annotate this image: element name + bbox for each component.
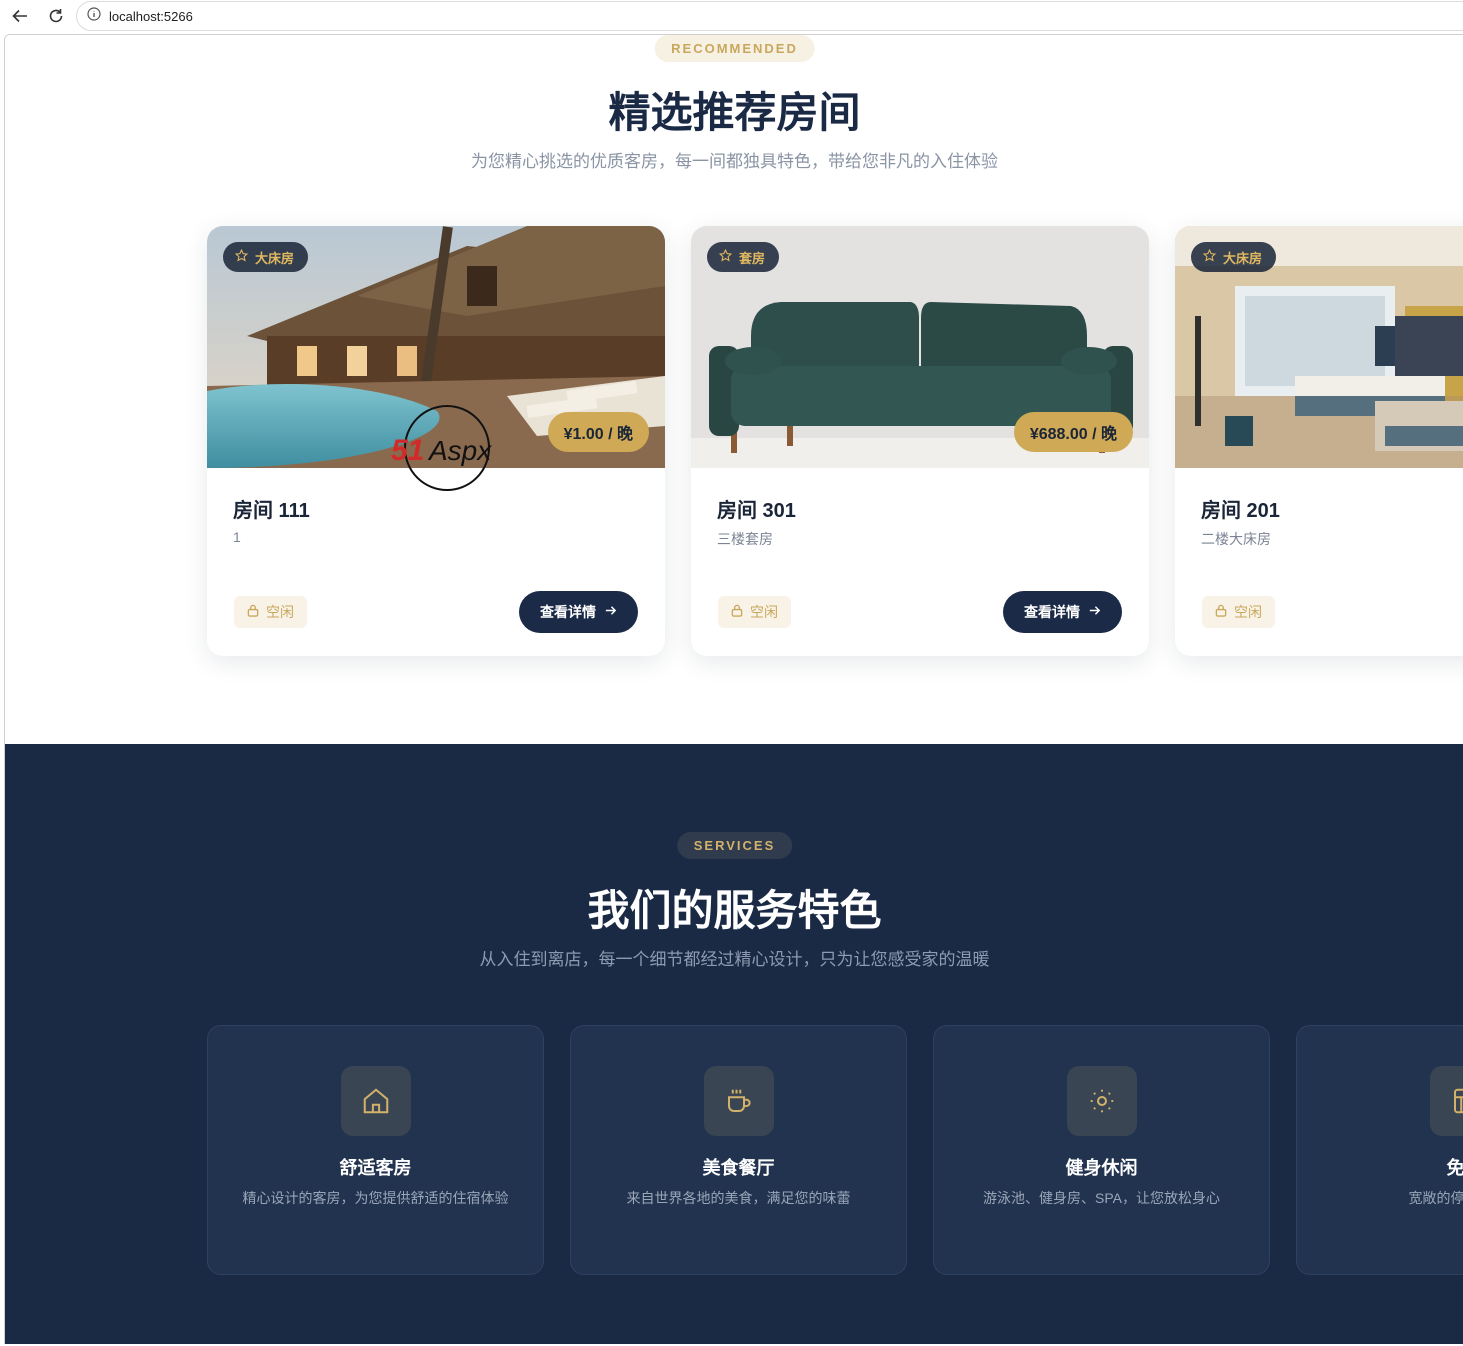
room-card[interactable]: 大床房 房间 201 二楼大床房 空闲 (1175, 226, 1463, 656)
service-description: 宽敞的停车场，为 (1408, 1190, 1463, 1206)
browser-toolbar: localhost:5266 (0, 0, 1463, 32)
service-card: 健身休闲 游泳池、健身房、SPA，让您放松身心 (933, 1025, 1270, 1275)
services-title: 我们的服务特色 (587, 886, 882, 935)
view-details-button[interactable]: 查看详情 (1003, 591, 1122, 633)
room-status-badge: 空闲 (234, 596, 307, 628)
room-photo-bedroom[interactable]: 大床房 (1175, 226, 1463, 468)
room-type-tag: 大床房 (223, 242, 309, 272)
room-type-tag: 套房 (707, 242, 780, 272)
arrow-right-icon (1088, 604, 1101, 620)
room-description: 1 (233, 529, 241, 545)
room-status-badge: 空闲 (718, 596, 791, 628)
service-description: 精心设计的客房，为您提供舒适的住宿体验 (242, 1190, 509, 1206)
star-icon (1202, 248, 1217, 265)
service-title: 美食餐厅 (702, 1158, 775, 1178)
site-info-icon[interactable] (87, 6, 101, 26)
reload-icon[interactable] (45, 5, 67, 27)
room-description: 二楼大床房 (1201, 531, 1271, 547)
lock-icon (247, 604, 259, 620)
room-type-tag: 大床房 (1191, 242, 1277, 272)
coffee-icon (703, 1066, 774, 1136)
address-bar[interactable]: localhost:5266 (76, 1, 1463, 31)
services-subtitle: 从入住到离店，每一个细节都经过精心设计，只为让您感受家的温暖 (479, 950, 990, 969)
star-icon (234, 248, 249, 265)
service-card: 舒适客房 精心设计的客房，为您提供舒适的住宿体验 (207, 1025, 544, 1275)
lock-icon (731, 604, 743, 620)
room-photo-sofa[interactable]: 套房 ¥688.00 / 晚 (691, 226, 1149, 468)
room-name: 房间 201 (1201, 500, 1280, 522)
service-card: 免费 宽敞的停车场，为 (1296, 1025, 1463, 1275)
home-icon (340, 1066, 411, 1136)
recommended-title: 精选推荐房间 (608, 88, 861, 137)
room-name: 房间 111 (233, 500, 310, 522)
services-badge: SERVICES (676, 832, 793, 859)
star-icon (718, 248, 733, 265)
svg-text:51: 51 (391, 434, 424, 467)
page-viewport: RECOMMENDED 精选推荐房间 为您精心挑选的优质客房，每一间都独具特色，… (4, 34, 1463, 1344)
room-card[interactable]: 套房 ¥688.00 / 晚 房间 301 三楼套房 空闲 查看详情 (691, 226, 1149, 656)
arrow-right-icon (604, 604, 617, 620)
service-title: 舒适客房 (339, 1158, 412, 1178)
watermark-logo: 51 Aspx (389, 404, 515, 496)
url-text: localhost:5266 (109, 8, 193, 24)
recommended-section: RECOMMENDED 精选推荐房间 为您精心挑选的优质客房，每一间都独具特色，… (5, 35, 1463, 744)
room-card[interactable]: 大床房 ¥1.00 / 晚 51 Aspx 房间 111 1 空闲 查看详情 (207, 226, 665, 656)
back-arrow-icon[interactable] (9, 5, 31, 27)
lock-icon (1215, 604, 1227, 620)
service-description: 来自世界各地的美食，满足您的味蕾 (626, 1190, 851, 1206)
service-card: 美食餐厅 来自世界各地的美食，满足您的味蕾 (570, 1025, 907, 1275)
recommended-badge: RECOMMENDED (654, 35, 815, 62)
services-section: SERVICES 我们的服务特色 从入住到离店，每一个细节都经过精心设计，只为让… (5, 744, 1463, 1344)
parking-icon (1429, 1066, 1463, 1136)
service-description: 游泳池、健身房、SPA，让您放松身心 (983, 1190, 1220, 1206)
room-name: 房间 301 (717, 500, 796, 522)
service-title: 免费 (1446, 1158, 1463, 1178)
view-details-button[interactable]: 查看详情 (519, 591, 638, 633)
svg-text:Aspx: Aspx (427, 435, 492, 466)
sun-icon (1066, 1066, 1137, 1136)
room-status-badge: 空闲 (1202, 596, 1275, 628)
recommended-subtitle: 为您精心挑选的优质客房，每一间都独具特色，带给您非凡的入住体验 (471, 152, 998, 171)
price-tag: ¥1.00 / 晚 (547, 412, 649, 452)
price-tag: ¥688.00 / 晚 (1013, 412, 1133, 452)
room-description: 三楼套房 (717, 531, 773, 547)
service-title: 健身休闲 (1065, 1158, 1138, 1178)
